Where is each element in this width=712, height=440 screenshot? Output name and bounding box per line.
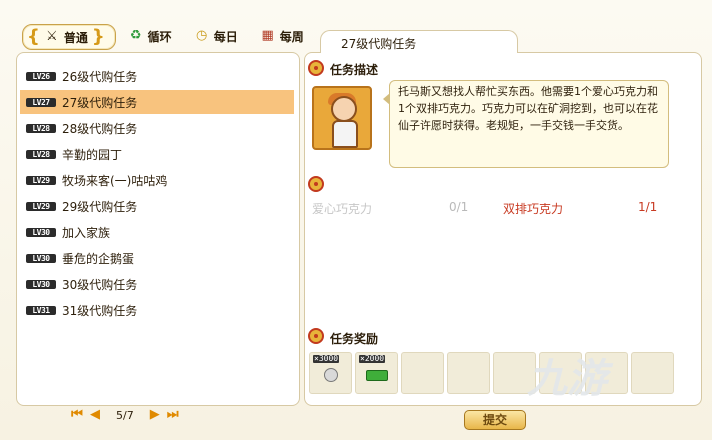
quest-list-item[interactable]: LV27 27级代购任务 [20,90,294,114]
requirement-1-name: 爱心巧克力 [312,202,373,216]
reward-slots: ×3000 ×2000 [309,352,674,394]
quest-list-item[interactable]: LV30 30级代购任务 [20,272,294,296]
level-badge: LV28 [26,123,56,133]
quest-list-item[interactable]: LV31 31级代购任务 [20,298,294,322]
reward-slot-empty [631,352,674,394]
detail-tab: 27级代购任务 [320,30,518,53]
quest-list-item[interactable]: LV28 辛勤的园丁 [20,142,294,166]
quest-name: 29级代购任务 [62,199,138,214]
quest-name: 辛勤的园丁 [62,147,123,162]
calendar-icon: ▦ [261,28,274,43]
level-badge: LV28 [26,149,56,159]
npc-portrait [312,86,372,150]
reward-slot-empty [447,352,490,394]
next-page-icon[interactable]: ▶ [148,408,162,422]
recycle-icon: ♻ [129,28,142,43]
cash-icon [366,370,388,381]
coin-icon [324,368,338,382]
requirement-2-name: 双排巧克力 [503,202,564,216]
quest-name: 31级代购任务 [62,303,138,318]
quest-name: 28级代购任务 [62,121,138,136]
quest-list-item[interactable]: LV29 29级代购任务 [20,194,294,218]
tab-weekly-label: 每周 [279,29,304,44]
medal-icon [306,60,326,80]
quest-name: 26级代购任务 [62,69,138,84]
clock-icon: ◷ [196,28,208,43]
quest-list-item[interactable]: LV29 牧场来客(一)咕咕鸡 [20,168,294,192]
quest-list-item[interactable]: LV30 垂危的企鹅蛋 [20,246,294,270]
tab-daily[interactable]: ◷ 每日 [188,24,248,48]
quest-name: 加入家族 [62,225,111,240]
tab-daily-label: 每日 [213,29,238,44]
first-page-icon[interactable]: ⏮ [70,408,84,422]
medal-icon [306,176,326,196]
reward-slot-cash[interactable]: ×2000 [355,352,398,394]
level-badge: LV30 [26,253,56,263]
page-indicator: 5/7 [116,408,134,422]
level-badge: LV27 [26,97,56,107]
bracket-left-icon: { [27,26,40,47]
tab-normal-label: 普通 [63,30,88,45]
bracket-right-icon: } [91,26,105,47]
level-badge: LV29 [26,201,56,211]
quest-list-item[interactable]: LV30 加入家族 [20,220,294,244]
quest-name: 27级代购任务 [62,95,138,110]
level-badge: LV30 [26,227,56,237]
reward-slot-coin[interactable]: ×3000 [309,352,352,394]
quest-name: 牧场来客(一)咕咕鸡 [62,173,168,188]
last-page-icon[interactable]: ⏭ [166,408,180,422]
quest-name: 30级代购任务 [62,277,138,292]
reward-slot-empty [401,352,444,394]
reward-count: ×2000 [359,354,386,363]
level-badge: LV30 [26,279,56,289]
quest-window: { ⚔ 普通 } ♻ 循环 ◷ 每日 ▦ 每周 LV26 26级代购任务 LV27 2… [0,0,712,440]
pager: ⏮ ◀ 5/7 ▶ ⏭ [70,408,180,422]
medal-icon [306,328,326,348]
tab-normal[interactable]: { ⚔ 普通 } [22,24,116,50]
tab-loop-label: 循环 [147,29,172,44]
requirement-2-count: 1/1 [638,200,658,214]
prev-page-icon[interactable]: ◀ [88,408,102,422]
level-badge: LV29 [26,175,56,185]
requirement-1-count: 0/1 [449,200,469,214]
detail-tab-title: 27级代购任务 [341,37,417,51]
quest-list-item[interactable]: LV26 26级代购任务 [20,64,294,88]
tab-weekly[interactable]: ▦ 每周 [254,24,314,48]
quest-description: 托马斯又想找人帮忙买东西。他需要1个爱心巧克力和1个双排巧克力。巧克力可以在矿洞… [383,80,669,168]
reward-count: ×3000 [313,354,340,363]
submit-button[interactable]: 提交 [464,410,526,430]
desc-title: 任务描述 [330,63,379,77]
reward-title: 任务奖励 [330,332,379,346]
watermark-logo: 九游 [527,356,607,402]
level-badge: LV26 [26,71,56,81]
quest-type-tabs: { ⚔ 普通 } ♻ 循环 ◷ 每日 ▦ 每周 [22,24,314,50]
level-badge: LV31 [26,305,56,315]
sword-icon: ⚔ [46,29,58,44]
tab-loop[interactable]: ♻ 循环 [122,24,182,48]
quest-name: 垂危的企鹅蛋 [62,251,135,266]
quest-list-item[interactable]: LV28 28级代购任务 [20,116,294,140]
